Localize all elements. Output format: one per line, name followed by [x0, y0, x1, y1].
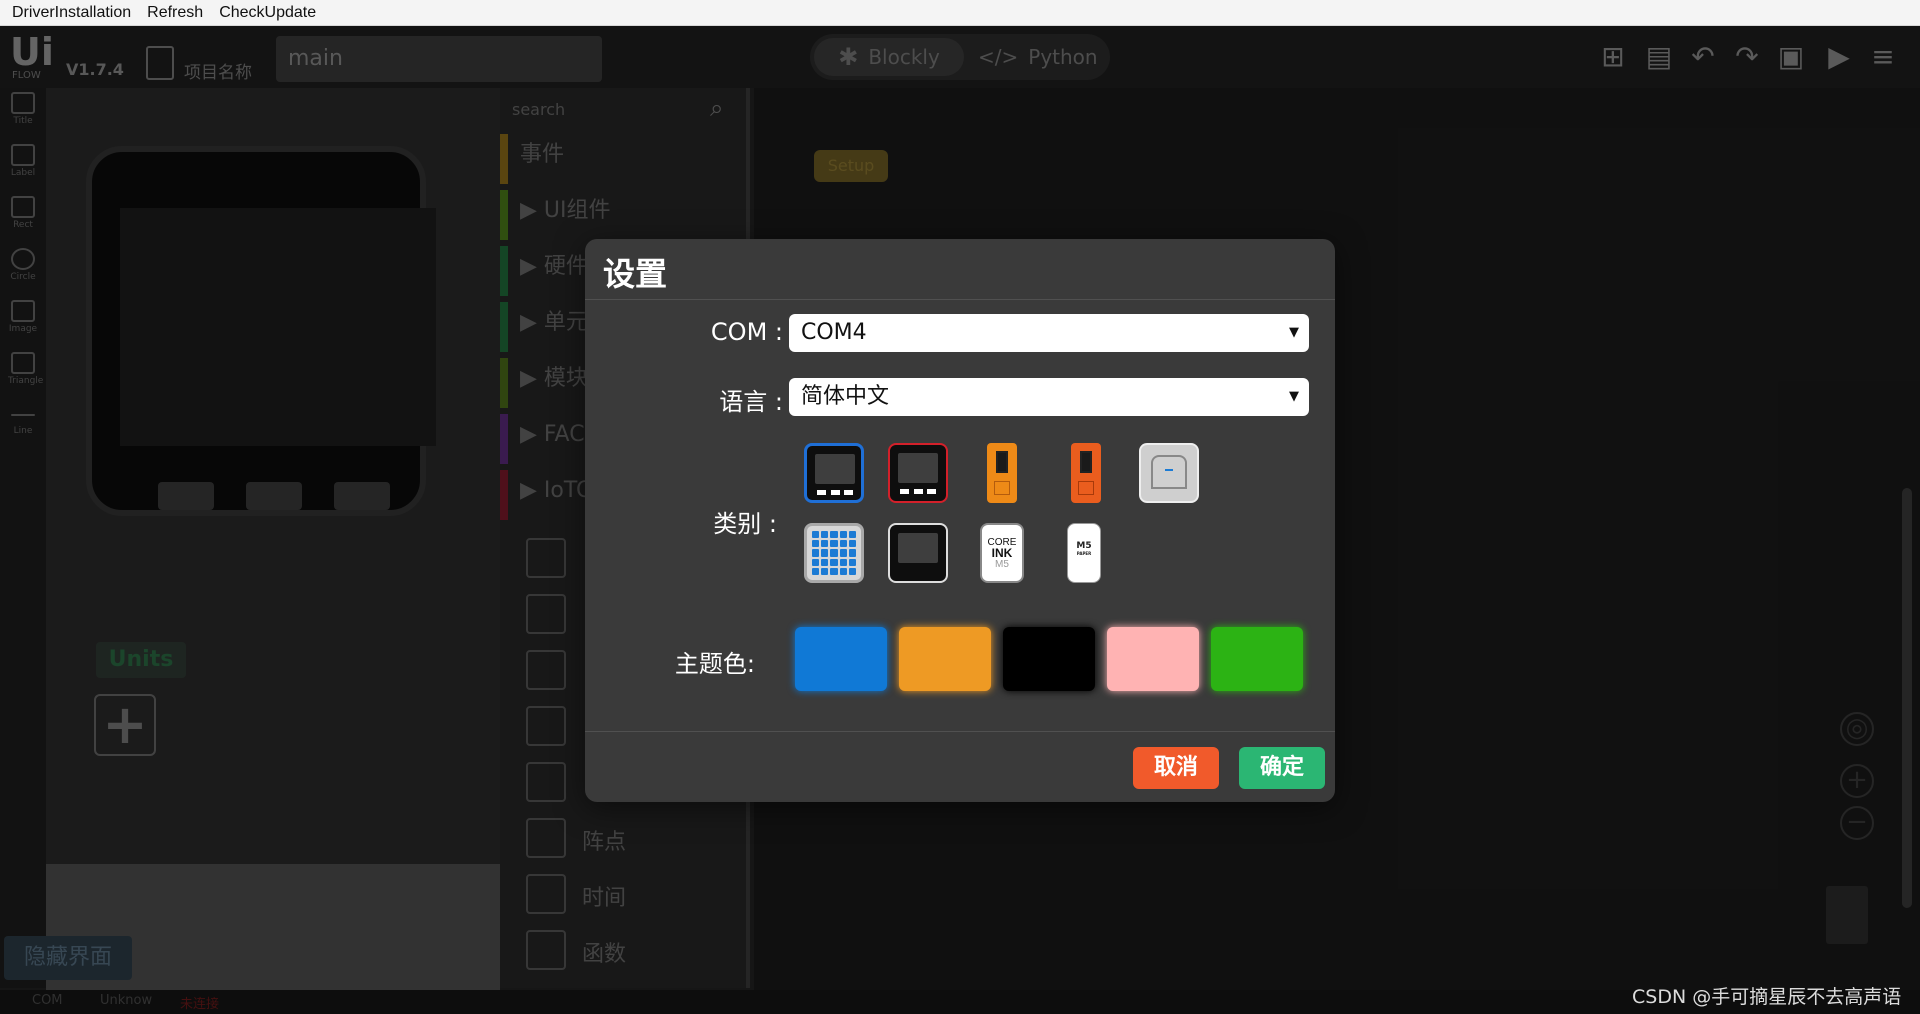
stick-button-shape [994, 481, 1010, 495]
com-label: COM : [710, 318, 783, 346]
category-label: 类别 : [713, 510, 777, 538]
settings-dialog: 设置 COM : COM4 ▼ 语言 : 简体中文 ▼ 类别 : CORE IN… [585, 239, 1335, 802]
stick-button-shape [1078, 481, 1094, 495]
com-select[interactable]: COM4 ▼ [789, 314, 1309, 352]
atom-shape [1151, 455, 1187, 489]
language-label: 语言 : [719, 388, 783, 416]
coreink-text: CORE INK M5 [987, 537, 1017, 570]
m5paper-text: M5 PAPER [1076, 541, 1092, 557]
device-buttons-shape [900, 489, 936, 495]
language-select[interactable]: 简体中文 ▼ [789, 378, 1309, 416]
stick-screen-shape [996, 451, 1008, 473]
theme-swatch-black[interactable] [1003, 627, 1095, 691]
chevron-down-icon: ▼ [1289, 325, 1299, 340]
dialog-footer-divider [585, 731, 1335, 732]
csdn-watermark: CSDN @手可摘星辰不去高声语 [1632, 986, 1902, 1008]
device-stickc-plus-option[interactable] [1071, 443, 1101, 503]
device-m5paper-option[interactable]: M5 PAPER [1067, 523, 1101, 583]
theme-swatch-green[interactable] [1211, 627, 1303, 691]
theme-swatch-blue[interactable] [795, 627, 887, 691]
device-screen-shape [815, 454, 855, 484]
ok-button[interactable]: 确定 [1239, 747, 1325, 789]
theme-swatch-pink[interactable] [1107, 627, 1199, 691]
device-atom-matrix-option[interactable] [804, 523, 864, 583]
stick-screen-shape [1080, 451, 1092, 473]
app-window: DriverInstallation Refresh CheckUpdate U… [0, 0, 1920, 1014]
device-core2-option[interactable] [888, 443, 948, 503]
dialog-title: 设置 [603, 255, 668, 293]
menu-bar: DriverInstallation Refresh CheckUpdate [0, 0, 1920, 26]
cancel-button[interactable]: 取消 [1133, 747, 1219, 789]
atom-led-shape [1165, 469, 1173, 471]
com-select-value: COM4 [801, 320, 867, 345]
device-screen-shape [898, 453, 938, 483]
device-buttons-shape [817, 490, 853, 496]
device-coreink-option[interactable]: CORE INK M5 [980, 523, 1024, 583]
device-core-option[interactable] [804, 443, 864, 503]
device-core2-aws-option[interactable] [888, 523, 948, 583]
theme-swatch-orange[interactable] [899, 627, 991, 691]
language-select-value: 简体中文 [801, 384, 890, 409]
device-atom-option[interactable] [1139, 443, 1199, 503]
device-screen-shape [898, 533, 938, 563]
theme-color-label: 主题色: [674, 650, 755, 678]
menu-refresh[interactable]: Refresh [139, 0, 211, 26]
device-stickc-option[interactable] [987, 443, 1017, 503]
chevron-down-icon: ▼ [1289, 389, 1299, 404]
dialog-header-divider [585, 299, 1335, 300]
menu-driver-installation[interactable]: DriverInstallation [4, 0, 139, 26]
menu-check-update[interactable]: CheckUpdate [211, 0, 324, 26]
